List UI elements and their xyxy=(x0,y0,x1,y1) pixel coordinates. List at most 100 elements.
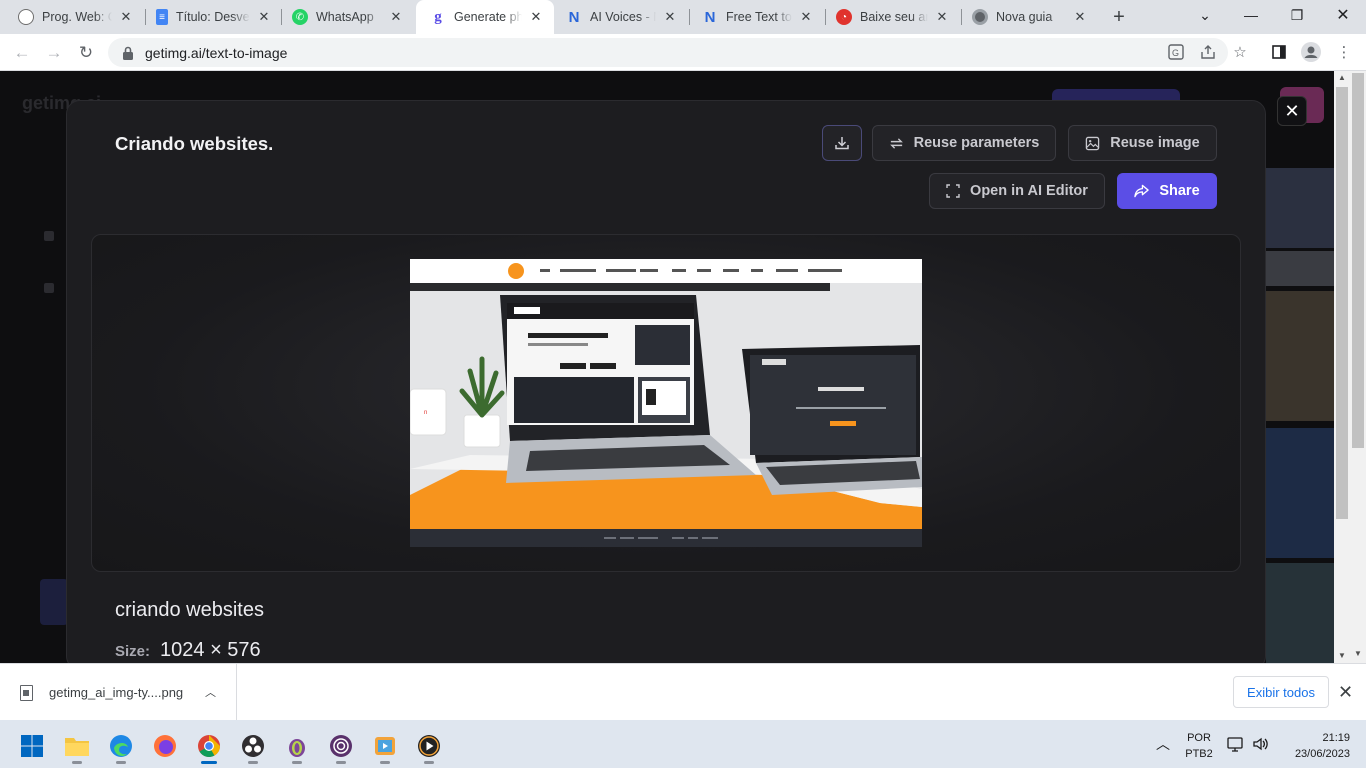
close-icon[interactable]: ✕ xyxy=(798,9,814,25)
edge-icon xyxy=(110,735,132,757)
chevron-up-icon[interactable]: ︿ xyxy=(205,684,216,700)
tab-nova-guia[interactable]: Nova guia ✕ xyxy=(958,0,1098,34)
size-value: 1024 × 576 xyxy=(160,639,261,661)
tab-titulo[interactable]: ≡ Título: Desve ✕ xyxy=(142,0,282,34)
translate-icon[interactable]: G xyxy=(1166,42,1186,62)
media-player-app[interactable] xyxy=(367,728,403,764)
start-button[interactable] xyxy=(14,728,50,764)
page-scrollbar-thumb[interactable] xyxy=(1352,73,1364,448)
close-icon[interactable]: ✕ xyxy=(388,9,404,25)
volume-icon[interactable] xyxy=(1252,720,1270,768)
reuse-parameters-button[interactable]: Reuse parameters xyxy=(872,125,1056,161)
chrome-app[interactable] xyxy=(191,728,227,764)
windows-icon xyxy=(21,735,43,757)
chrome-icon xyxy=(972,9,988,25)
tab-search-chevron-icon[interactable]: ⌄ xyxy=(1182,0,1228,30)
lock-icon xyxy=(123,46,133,60)
scroll-down-arrow[interactable]: ▼ xyxy=(1334,649,1350,663)
new-tab-button[interactable]: + xyxy=(1109,7,1129,27)
close-icon[interactable]: ✕ xyxy=(528,9,544,25)
repeat-icon xyxy=(889,137,903,149)
bookmark-star-icon[interactable]: ☆ xyxy=(1230,42,1250,62)
keyboard-layout: PTB2 xyxy=(1185,748,1213,760)
image-file-icon xyxy=(20,684,33,701)
image-detail-modal: Criando websites. Reuse parameters Reuse… xyxy=(66,100,1266,663)
profile-avatar[interactable] xyxy=(1301,42,1321,62)
open-editor-label: Open in AI Editor xyxy=(970,183,1088,199)
folder-icon xyxy=(65,738,89,756)
player-app[interactable] xyxy=(411,728,447,764)
share-arrow-icon xyxy=(1134,184,1150,198)
window-close-button[interactable]: ✕ xyxy=(1320,0,1366,30)
modal-scrollbar[interactable]: ▲ ▼ xyxy=(1334,71,1350,663)
share-page-icon[interactable] xyxy=(1198,42,1218,62)
share-button[interactable]: Share xyxy=(1117,173,1217,209)
tab-title: Free Text to S xyxy=(726,10,792,24)
menu-kebab-icon[interactable]: ⋮ xyxy=(1334,42,1354,62)
expand-icon xyxy=(946,184,960,198)
scrollbar-thumb[interactable] xyxy=(1336,87,1348,519)
forward-button[interactable]: → xyxy=(42,41,66,65)
network-icon[interactable] xyxy=(1227,720,1245,768)
tor-browser-app[interactable] xyxy=(279,728,315,764)
close-icon[interactable]: ✕ xyxy=(934,9,950,25)
download-file-name: getimg_ai_img-ty....png xyxy=(49,685,184,700)
close-icon[interactable]: ✕ xyxy=(662,9,678,25)
windows-taskbar: ︿ POR PTB2 21:19 23/06/2023 xyxy=(0,720,1366,768)
address-bar[interactable]: getimg.ai/text-to-image xyxy=(108,38,1228,67)
tor-onion-icon xyxy=(289,739,305,757)
page-scrollbar[interactable]: ▼ xyxy=(1350,71,1366,663)
image-icon xyxy=(1086,136,1100,150)
tab-baixe-seu-arquivo[interactable]: ◔ Baixe seu arq ✕ xyxy=(822,0,960,34)
getimg-icon: g xyxy=(434,8,442,25)
firefox-app[interactable] xyxy=(147,728,183,764)
tab-free-text-to-speech[interactable]: N Free Text to S ✕ xyxy=(688,0,824,34)
generated-image-illustration: n xyxy=(410,259,922,547)
system-clock[interactable]: 21:19 23/06/2023 xyxy=(1280,730,1350,762)
download-button[interactable] xyxy=(822,125,862,161)
obs-app[interactable] xyxy=(235,728,271,764)
n-icon: N xyxy=(704,8,716,26)
tab-ai-voices[interactable]: N AI Voices - Na ✕ xyxy=(552,0,688,34)
chevron-up-icon: ︿ xyxy=(1156,736,1170,752)
svg-text:G: G xyxy=(1172,48,1179,58)
whatsapp-icon: ✆ xyxy=(292,9,308,25)
download-item[interactable]: getimg_ai_img-ty....png ︿ xyxy=(0,664,237,721)
tab-title: Título: Desve xyxy=(176,10,250,24)
red-circle-icon: ◔ xyxy=(836,9,852,25)
reuse-image-button[interactable]: Reuse image xyxy=(1068,125,1217,161)
scroll-up-arrow[interactable]: ▲ xyxy=(1334,71,1350,85)
tab-prog-web[interactable]: Prog. Web: Cr ✕ xyxy=(4,0,144,34)
purple-orb-icon xyxy=(330,735,352,757)
language-code: POR xyxy=(1187,732,1211,744)
chrome-icon xyxy=(198,735,220,757)
tab-title: WhatsApp xyxy=(316,10,374,24)
clock-date: 23/06/2023 xyxy=(1294,748,1350,760)
side-panel-icon[interactable] xyxy=(1269,42,1289,62)
tab-title: Nova guia xyxy=(996,10,1053,24)
close-icon[interactable]: ✕ xyxy=(1072,9,1088,25)
tab-whatsapp[interactable]: ✆ WhatsApp ✕ xyxy=(278,0,414,34)
file-explorer-app[interactable] xyxy=(59,728,95,764)
reload-button[interactable]: ↻ xyxy=(74,41,98,65)
minimize-button[interactable]: — xyxy=(1228,0,1274,30)
close-icon[interactable]: ✕ xyxy=(256,9,272,25)
show-hidden-icons-button[interactable]: ︿ xyxy=(1156,720,1170,768)
edge-app[interactable] xyxy=(103,728,139,764)
show-all-downloads-button[interactable]: Exibir todos xyxy=(1233,676,1329,708)
url-text: getimg.ai/text-to-image xyxy=(145,44,288,61)
tor-app[interactable] xyxy=(323,728,359,764)
open-in-ai-editor-button[interactable]: Open in AI Editor xyxy=(929,173,1105,209)
close-modal-button[interactable]: ✕ xyxy=(1277,96,1307,126)
close-icon[interactable]: ✕ xyxy=(118,9,134,25)
maximize-button[interactable]: ❐ xyxy=(1274,0,1320,30)
firefox-icon xyxy=(154,735,176,757)
generated-image[interactable]: n xyxy=(410,259,922,547)
page-scroll-down-arrow[interactable]: ▼ xyxy=(1350,649,1366,663)
back-button[interactable]: ← xyxy=(10,41,34,65)
language-indicator[interactable]: POR PTB2 xyxy=(1183,730,1215,762)
tab-generate-photos[interactable]: g Generate pho ✕ xyxy=(416,0,554,34)
close-download-bar-icon[interactable]: ✕ xyxy=(1338,682,1353,703)
reuse-parameters-label: Reuse parameters xyxy=(913,135,1040,151)
tab-title: Prog. Web: Cr xyxy=(42,10,112,24)
